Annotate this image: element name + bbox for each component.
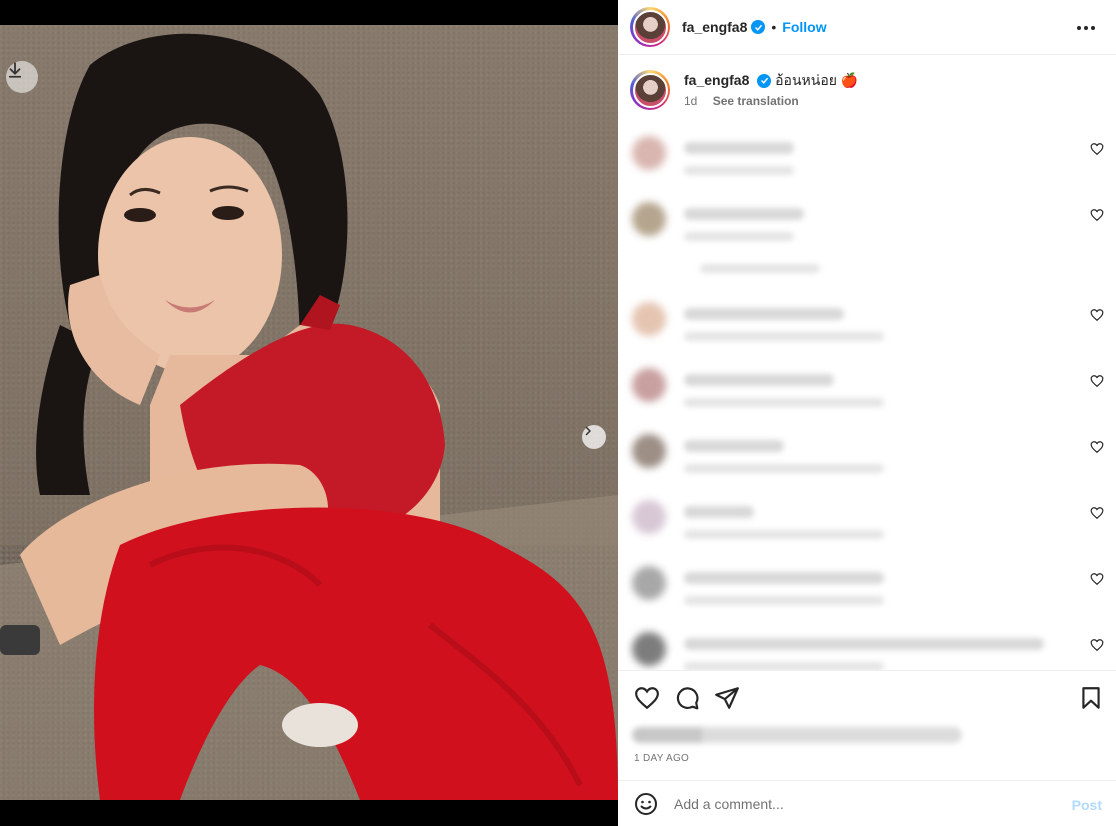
caption-text: อ้อนหน่อย 🍎: [775, 72, 859, 88]
caption-age[interactable]: 1d: [684, 94, 697, 108]
chevron-right-icon: [585, 426, 591, 436]
comment-text: [684, 374, 834, 386]
photo-illustration: [0, 25, 618, 800]
comments-list[interactable]: fa_engfa8 อ้อนหน่อย 🍎 1d See translation: [618, 56, 1116, 670]
comment-meta: [684, 596, 884, 605]
comment-text: [684, 440, 784, 452]
comment-avatar[interactable]: [632, 566, 666, 600]
details-pane: fa_engfa8 • Follow fa_engfa8 อ้อนหน่อย 🍎…: [618, 0, 1116, 826]
comment-meta: [684, 464, 884, 473]
comment-meta: [684, 332, 884, 341]
caption-username[interactable]: fa_engfa8: [684, 72, 749, 88]
carousel-next-button[interactable]: [582, 425, 606, 449]
comment-avatar[interactable]: [632, 368, 666, 402]
comment-text: [684, 506, 754, 518]
more-options-button[interactable]: [1074, 16, 1098, 40]
comment-text: [684, 572, 884, 584]
post-header: fa_engfa8 • Follow: [618, 0, 1116, 55]
comment-avatar[interactable]: [632, 632, 666, 666]
download-icon: [8, 62, 22, 78]
comment-text: [684, 638, 1044, 650]
see-translation-link[interactable]: See translation: [713, 94, 799, 108]
comment-like-heart-icon[interactable]: [1090, 208, 1104, 222]
comment-like-heart-icon[interactable]: [1090, 440, 1104, 454]
comment-item: [630, 202, 1104, 273]
comment-item: [630, 566, 1104, 616]
comment-like-heart-icon[interactable]: [1090, 572, 1104, 586]
post-timestamp[interactable]: 1 DAY AGO: [634, 753, 689, 764]
verified-badge-icon: [757, 73, 772, 88]
media-pane: [0, 0, 618, 826]
action-bar: 1 DAY AGO: [618, 670, 1116, 780]
comment-item: [630, 500, 1104, 550]
author-avatar[interactable]: [630, 7, 670, 47]
comment-item: [630, 136, 1104, 186]
heart-icon[interactable]: [634, 685, 660, 711]
comment-like-heart-icon[interactable]: [1090, 506, 1104, 520]
comment-text: [684, 142, 794, 154]
comment-like-heart-icon[interactable]: [1090, 374, 1104, 388]
follow-button[interactable]: Follow: [782, 19, 826, 35]
comment-meta: [684, 398, 884, 407]
comment-meta: [684, 232, 794, 241]
author-username[interactable]: fa_engfa8: [682, 19, 747, 35]
comment-avatar[interactable]: [632, 202, 666, 236]
caption-avatar[interactable]: [630, 70, 670, 110]
comment-text: [684, 308, 844, 320]
likes-summary[interactable]: [632, 727, 962, 743]
paper-plane-icon[interactable]: [714, 685, 740, 711]
emoji-icon[interactable]: [634, 792, 658, 816]
post-comment-button[interactable]: Post: [1072, 797, 1102, 813]
comment-item: [630, 368, 1104, 418]
view-replies-link[interactable]: [700, 264, 820, 273]
header-separator: •: [771, 19, 777, 35]
comment-item: [630, 302, 1104, 352]
comment-avatar[interactable]: [632, 434, 666, 468]
verified-badge-icon: [751, 20, 766, 34]
add-comment-bar: Post: [618, 780, 1116, 826]
comment-avatar[interactable]: [632, 136, 666, 170]
comment-meta: [684, 530, 884, 539]
more-horizontal-icon: [1077, 26, 1095, 30]
comment-like-heart-icon[interactable]: [1090, 308, 1104, 322]
post-modal: fa_engfa8 • Follow fa_engfa8 อ้อนหน่อย 🍎…: [0, 0, 1116, 826]
comment-like-heart-icon[interactable]: [1090, 142, 1104, 156]
post-photo[interactable]: [0, 25, 618, 800]
comment-avatar[interactable]: [632, 302, 666, 336]
comment-item: [630, 434, 1104, 484]
comment-like-heart-icon[interactable]: [1090, 638, 1104, 652]
download-button[interactable]: [6, 61, 38, 93]
comment-icon[interactable]: [674, 685, 700, 711]
comment-input[interactable]: [674, 795, 1034, 812]
comment-avatar[interactable]: [632, 500, 666, 534]
comment-meta: [684, 662, 884, 670]
bookmark-icon[interactable]: [1078, 685, 1104, 711]
comment-text: [684, 208, 804, 220]
comment-meta: [684, 166, 794, 175]
post-caption: fa_engfa8 อ้อนหน่อย 🍎 1d See translation: [630, 70, 1100, 110]
comment-item: [630, 632, 1104, 670]
